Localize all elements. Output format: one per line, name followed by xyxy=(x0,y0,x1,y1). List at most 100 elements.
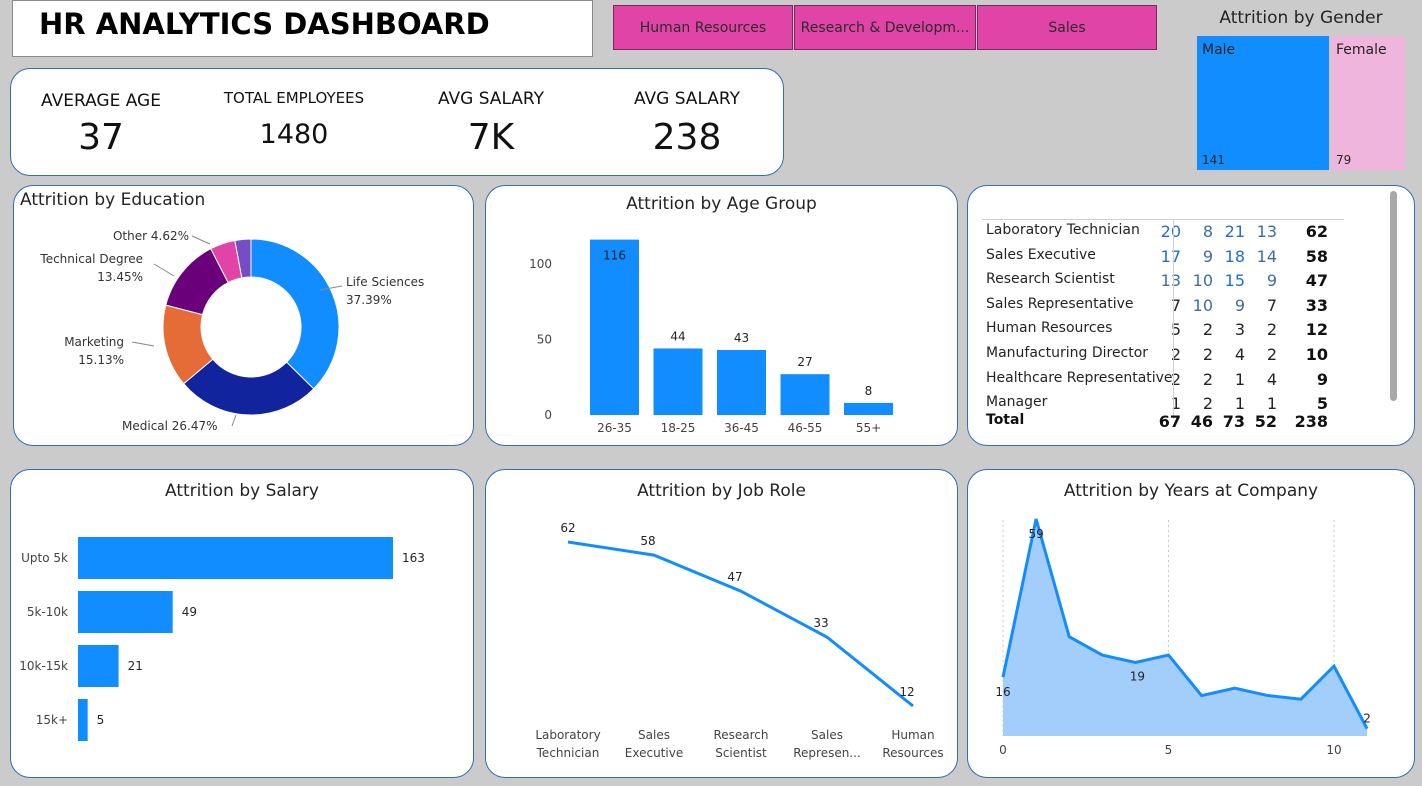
job-role-line-chart: 62 Laboratory Technician 58 Sales Executive 47… xyxy=(535,521,943,760)
job-role-x-tick: Research xyxy=(713,728,768,742)
matrix-cell: 2 xyxy=(1266,320,1277,340)
matrix-total-cell: 73 xyxy=(1222,412,1245,431)
matrix-row-total: 10 xyxy=(1305,345,1328,364)
education-data-label: Medical 26.47% xyxy=(122,419,218,433)
job-role-x-tick: Resources xyxy=(882,746,943,760)
age-y-tick: 100 xyxy=(529,257,552,271)
age-bar-label: 8 xyxy=(865,384,873,398)
slicer-button-research-development[interactable]: Research & Developm... xyxy=(794,5,976,50)
job-role-x-tick: Human xyxy=(891,728,934,742)
kpi-average-age-value: 37 xyxy=(78,117,124,158)
job-role-matrix-card: Laboratory Technician 20 8 21 13 62 Sales Exec… xyxy=(967,185,1415,446)
dashboard-title: HR ANALYTICS DASHBOARD xyxy=(39,7,490,41)
age-bar-label: 27 xyxy=(797,355,812,369)
salary-bar-label: 21 xyxy=(128,659,143,673)
kpi-card: AVERAGE AGE 37 TOTAL EMPLOYEES 1480 AVG … xyxy=(10,68,784,176)
matrix-cell: 2 xyxy=(1202,369,1213,389)
matrix-cell: 3 xyxy=(1234,320,1245,340)
matrix-row-total: 12 xyxy=(1305,320,1328,340)
salary-bar-label: 49 xyxy=(182,605,197,619)
education-data-label: Other 4.62% xyxy=(113,229,189,243)
gender-female-label: Female xyxy=(1336,42,1387,58)
matrix-cell: 1 xyxy=(1266,394,1277,414)
education-donut-chart: Life Sciences 37.39% Medical 26.47% Marketi… xyxy=(39,229,424,433)
age-y-tick: 50 xyxy=(537,332,552,346)
kpi-attrition-label: AVG SALARY xyxy=(633,89,741,109)
salary-y-tick: 10k-15k xyxy=(19,659,68,673)
gender-female-tile[interactable]: Female 79 xyxy=(1331,36,1405,170)
salary-bar-label: 163 xyxy=(402,551,425,565)
matrix-row: Sales Representative 7 10 9 7 33 xyxy=(986,294,1346,318)
matrix-cell: 2 xyxy=(1202,345,1213,364)
education-data-label: Marketing xyxy=(64,335,124,349)
matrix-cell: 14 xyxy=(1256,246,1277,266)
job-role-data-label: 47 xyxy=(727,570,742,584)
matrix-cell: 21 xyxy=(1224,222,1245,241)
matrix-scrollbar[interactable] xyxy=(1390,191,1397,401)
matrix-cell: 15 xyxy=(1224,271,1245,291)
age-x-tick: 26-35 xyxy=(597,421,632,435)
matrix-cell: 7 xyxy=(1266,295,1277,315)
matrix-role-label: Research Scientist xyxy=(986,271,1115,288)
years-area-chart: 16 59 19 2 0 5 10 xyxy=(995,518,1371,757)
years-data-label: 19 xyxy=(1130,669,1145,683)
matrix-row: Human Resources 5 2 3 2 12 xyxy=(986,318,1346,342)
years-x-tick: 5 xyxy=(1165,743,1173,757)
matrix-cell: 8 xyxy=(1202,222,1213,241)
kpi-total-employees-value: 1480 xyxy=(259,119,329,150)
salary-y-tick: Upto 5k xyxy=(21,551,68,565)
age-x-tick: 46-55 xyxy=(788,421,823,435)
matrix-cell: 2 xyxy=(1170,369,1181,389)
age-x-tick: 36-45 xyxy=(724,421,759,435)
matrix-role-label: Human Resources xyxy=(986,320,1113,337)
matrix-total-row: Total 67 46 73 52 238 xyxy=(986,412,1346,436)
age-bar xyxy=(844,402,893,415)
matrix-cell: 4 xyxy=(1234,345,1245,364)
slicer-button-human-resources[interactable]: Human Resources xyxy=(613,5,793,50)
matrix-row: Research Scientist 13 10 15 9 47 xyxy=(986,269,1346,293)
education-leader-line xyxy=(231,414,237,427)
job-role-x-tick: Technician xyxy=(536,746,600,760)
matrix-cell: 9 xyxy=(1266,271,1277,291)
years-x-tick: 0 xyxy=(999,743,1007,757)
salary-bar xyxy=(78,537,393,579)
matrix-grand-total: 238 xyxy=(1294,412,1328,431)
job-role-x-tick: Laboratory xyxy=(535,728,600,742)
salary-bar-label: 5 xyxy=(97,713,105,727)
matrix-cell: 18 xyxy=(1224,246,1245,266)
job-role-matrix: Laboratory Technician 20 8 21 13 62 Sales Exec… xyxy=(968,219,1368,414)
job-role-x-tick: Sales xyxy=(638,728,670,742)
matrix-role-label: Laboratory Technician xyxy=(986,222,1140,238)
matrix-role-label: Manufacturing Director xyxy=(986,345,1149,361)
salary-bar xyxy=(78,699,88,741)
matrix-divider xyxy=(1173,219,1174,419)
matrix-row: Manufacturing Director 2 2 4 2 10 xyxy=(986,343,1346,367)
job-role-line xyxy=(567,540,914,708)
job-role-data-label: 12 xyxy=(899,685,914,699)
slicer-button-sales[interactable]: Sales xyxy=(977,5,1157,50)
matrix-row-total: 47 xyxy=(1305,271,1328,291)
matrix-cell: 5 xyxy=(1170,320,1181,340)
kpi-total-employees-label: TOTAL EMPLOYEES xyxy=(223,89,365,107)
matrix-total-cell: 46 xyxy=(1190,412,1213,431)
kpi-avg-salary-value: 7K xyxy=(467,117,515,158)
age-bar xyxy=(590,239,639,415)
education-leader-line xyxy=(153,263,175,277)
gender-chart-title: Attrition by Gender xyxy=(1219,8,1383,28)
age-y-tick: 0 xyxy=(544,408,552,422)
job-role-chart-card: Attrition by Job Role 62 Laboratory Techni… xyxy=(485,469,958,778)
matrix-row: Healthcare Representative 2 2 1 4 9 xyxy=(986,368,1346,392)
age-bar-label: 44 xyxy=(670,329,685,343)
years-data-label: 2 xyxy=(1363,712,1371,726)
gender-male-tile[interactable]: Male 141 xyxy=(1197,36,1329,170)
matrix-top-rule xyxy=(982,219,1344,220)
matrix-cell: 4 xyxy=(1266,369,1277,389)
education-data-label: 37.39% xyxy=(346,293,392,307)
years-chart-card: Attrition by Years at Company 16 59 19 2 0 5 1… xyxy=(967,469,1415,778)
matrix-total-cell: 67 xyxy=(1158,412,1181,431)
matrix-cell: 7 xyxy=(1170,295,1181,315)
matrix-row-total: 58 xyxy=(1305,246,1328,266)
gender-male-label: Male xyxy=(1202,42,1236,58)
job-role-data-label: 62 xyxy=(560,521,575,535)
job-role-data-label: 58 xyxy=(640,534,655,548)
